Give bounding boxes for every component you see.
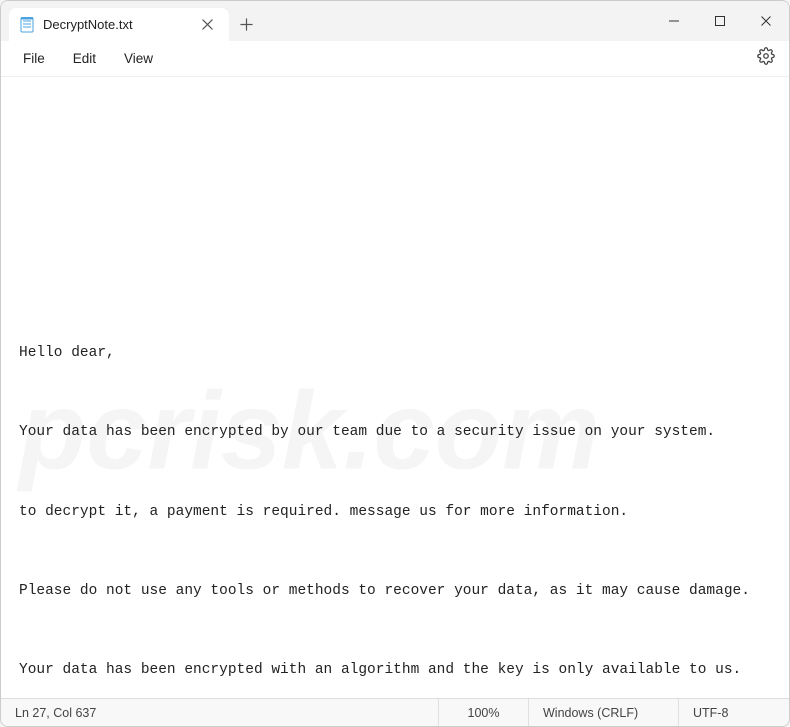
status-encoding: UTF-8 xyxy=(679,699,789,726)
menu-file[interactable]: File xyxy=(11,47,57,70)
text-line: Hello dear, xyxy=(19,343,771,365)
menu-edit[interactable]: Edit xyxy=(61,47,108,70)
tab-close-button[interactable] xyxy=(195,13,219,37)
status-zoom[interactable]: 100% xyxy=(439,699,529,726)
close-button[interactable] xyxy=(743,1,789,41)
menu-view[interactable]: View xyxy=(112,47,165,70)
settings-button[interactable] xyxy=(753,43,779,74)
notepad-icon xyxy=(19,17,35,33)
text-line: Your data has been encrypted with an alg… xyxy=(19,660,771,682)
notepad-window: DecryptNote.txt File Edit V xyxy=(0,0,790,727)
tab-active[interactable]: DecryptNote.txt xyxy=(9,7,229,41)
titlebar: DecryptNote.txt xyxy=(1,1,789,41)
window-controls xyxy=(651,1,789,41)
statusbar: Ln 27, Col 637 100% Windows (CRLF) UTF-8 xyxy=(1,698,789,726)
text-content[interactable]: pcrisk.com Hello dear, Your data has bee… xyxy=(1,77,789,698)
status-position: Ln 27, Col 637 xyxy=(1,699,439,726)
menu-left: File Edit View xyxy=(11,47,165,70)
new-tab-button[interactable] xyxy=(229,7,263,41)
text-line: to decrypt it, a payment is required. me… xyxy=(19,502,771,524)
text-line: Your data has been encrypted by our team… xyxy=(19,422,771,444)
tab-title: DecryptNote.txt xyxy=(43,17,195,32)
tab-region: DecryptNote.txt xyxy=(1,1,263,41)
maximize-button[interactable] xyxy=(697,1,743,41)
status-line-ending: Windows (CRLF) xyxy=(529,699,679,726)
menubar: File Edit View xyxy=(1,41,789,77)
text-line: Please do not use any tools or methods t… xyxy=(19,581,771,603)
minimize-button[interactable] xyxy=(651,1,697,41)
